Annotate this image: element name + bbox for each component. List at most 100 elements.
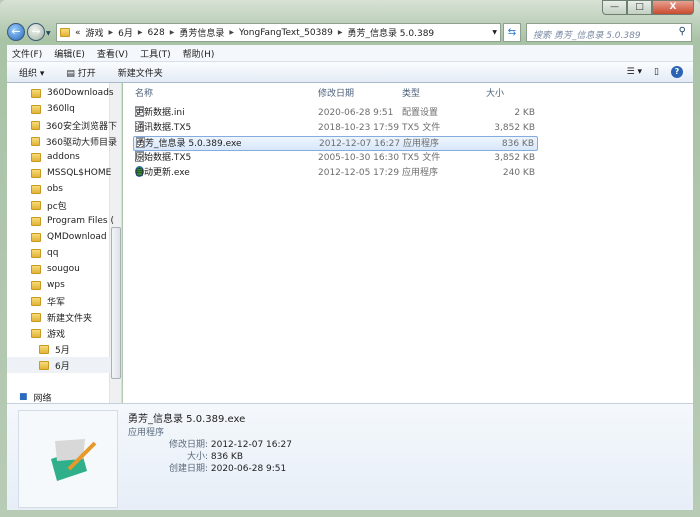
search-placeholder: 搜索 勇芳_信息录 5.0.389 [533, 31, 641, 41]
nav-item-label: obs [47, 184, 63, 194]
search-input[interactable]: 搜索 勇芳_信息录 5.0.389 ⚲ [526, 23, 692, 42]
nav-item[interactable]: wps [31, 277, 117, 293]
chevron-down-icon[interactable]: ▼ [492, 29, 497, 36]
file-row[interactable]: 自动更新.exe 2012-12-05 17:29 应用程序 240 KB [133, 166, 538, 181]
nav-item-label: 华军 [47, 297, 66, 308]
file-size: 836 KB [501, 139, 534, 149]
chevron-right-icon[interactable]: ▶ [229, 29, 234, 36]
folder-icon [31, 152, 41, 162]
column-header-name[interactable]: 名称 [135, 86, 153, 102]
column-header-type[interactable]: 类型 [402, 86, 420, 102]
maximize-button[interactable]: □ [627, 0, 652, 15]
back-button[interactable]: ← [7, 23, 25, 41]
nav-item[interactable]: 360驱动大师目录 [31, 133, 117, 149]
nav-item-label: 360Downloads [47, 88, 114, 98]
column-header-size[interactable]: 大小 [486, 86, 504, 102]
file-row[interactable]: 勇芳_信息录 5.0.389.exe 2012-12-07 16:27 应用程序 83… [133, 136, 538, 151]
file-type: 配置设置 [402, 108, 439, 118]
menu-tools[interactable]: 工具(T) [140, 47, 171, 60]
menu-edit[interactable]: 编辑(E) [54, 47, 85, 60]
nav-item-label: addons [47, 152, 80, 162]
new-folder-button[interactable]: 新建文件夹 [118, 66, 163, 79]
breadcrumb-item[interactable]: 6月 [118, 26, 133, 39]
column-header-modified[interactable]: 修改日期 [318, 86, 354, 102]
folder-icon [31, 232, 41, 242]
caption-buttons: — □ X [602, 0, 694, 15]
nav-item[interactable]: 6月 [7, 357, 111, 373]
nav-item[interactable]: MSSQL$HOME [31, 165, 117, 181]
file-modified: 2018-10-23 17:59 [318, 123, 400, 133]
nav-item[interactable]: addons [31, 149, 117, 165]
chevron-right-icon[interactable]: ▶ [170, 29, 175, 36]
close-button[interactable]: X [652, 0, 694, 15]
nav-item[interactable]: 360Downloads [31, 85, 117, 101]
refresh-icon: ⇆ [507, 27, 517, 38]
folder-icon [31, 88, 41, 98]
arrow-right-icon: → [31, 25, 41, 38]
folder-icon [31, 184, 41, 194]
open-button[interactable]: ▤ 打开 [66, 66, 95, 79]
nav-item-label: wps [47, 280, 65, 290]
command-bar: 组织 ▾ ▤ 打开 新建文件夹 ☰ ▾ ▯ ? [7, 62, 693, 83]
created-value: 2020-06-28 9:51 [210, 464, 287, 474]
navigation-pane: 360Downloads 360llq 360安全浏览器下 360驱动大师目录 addo… [7, 83, 122, 403]
nav-item[interactable]: 游戏 [31, 325, 117, 341]
nav-item-label: Program Files ( [47, 216, 114, 226]
history-dropdown-icon[interactable]: ▼ [46, 30, 51, 37]
help-icon[interactable]: ? [671, 66, 683, 78]
file-row[interactable]: 通讯数据.TX5 2018-10-23 17:59 TX5 文件 3,852 KB [133, 121, 538, 136]
nav-item[interactable]: 华军 [31, 293, 117, 309]
menu-help[interactable]: 帮助(H) [183, 47, 215, 60]
folder-icon [31, 248, 41, 258]
folder-icon [31, 264, 41, 274]
address-bar[interactable]: « 游戏 ▶ 6月 ▶ 628 ▶ 勇芳信息录 ▶ YongFangText_50389… [56, 23, 501, 42]
forward-button[interactable]: → [27, 23, 45, 41]
preview-pane-icon[interactable]: ▯ [654, 67, 659, 77]
nav-item-label: 360驱动大师目录 [45, 137, 117, 148]
folder-icon [31, 168, 41, 178]
chevron-right-icon[interactable]: ▶ [338, 29, 343, 36]
file-row[interactable]: 原始数据.TX5 2005-10-30 16:30 TX5 文件 3,852 KB [133, 151, 538, 166]
folder-icon [31, 312, 41, 322]
file-row[interactable]: 更新数据.ini 2020-06-28 9:51 配置设置 2 KB [133, 106, 538, 121]
breadcrumb-item[interactable]: 游戏 [86, 26, 104, 39]
nav-item[interactable]: sougou [31, 261, 117, 277]
nav-item[interactable]: 360安全浏览器下 [31, 117, 117, 133]
nav-item-network[interactable]: ■ 网络 [19, 389, 105, 403]
nav-item[interactable]: 360llq [31, 101, 117, 117]
nav-item-label: QMDownload [47, 232, 107, 242]
nav-item[interactable]: pc包 [31, 197, 117, 213]
nav-item[interactable]: QMDownload [31, 229, 117, 245]
menu-file[interactable]: 文件(F) [12, 47, 42, 60]
nav-item[interactable]: qq [31, 245, 117, 261]
menu-view[interactable]: 查看(V) [97, 47, 128, 60]
network-icon: ■ [19, 392, 28, 402]
organize-button[interactable]: 组织 ▾ [19, 66, 44, 79]
chevron-right-icon[interactable]: ▶ [138, 29, 143, 36]
nav-item[interactable]: Program Files ( [31, 213, 117, 229]
chevron-right-icon[interactable]: ▶ [109, 29, 114, 36]
breadcrumb-item[interactable]: YongFangText_50389 [239, 28, 333, 38]
file-type: TX5 文件 [402, 153, 441, 163]
nav-item-label: 360安全浏览器下 [45, 121, 117, 132]
file-name: 自动更新.exe [135, 168, 190, 178]
folder-icon [31, 280, 41, 290]
nav-item[interactable]: obs [31, 181, 117, 197]
file-size: 3,852 KB [494, 153, 535, 163]
open-icon: ▤ [66, 68, 78, 79]
breadcrumb-item[interactable]: 628 [148, 28, 165, 38]
refresh-button[interactable]: ⇆ [503, 23, 521, 42]
search-icon[interactable]: ⚲ [679, 26, 686, 37]
minimize-button[interactable]: — [602, 0, 627, 15]
nav-item-label: 游戏 [47, 329, 66, 340]
nav-item[interactable]: 5月 [39, 341, 121, 357]
file-name: 勇芳_信息录 5.0.389.exe [136, 139, 242, 149]
nav-item[interactable]: 新建文件夹 [31, 309, 117, 325]
details-file-name: 勇芳_信息录 5.0.389.exe [128, 414, 246, 425]
file-size: 240 KB [502, 168, 535, 178]
nav-item-label: 网络 [33, 393, 52, 404]
view-options-icon[interactable]: ☰ ▾ [627, 67, 642, 77]
breadcrumb-item[interactable]: 勇芳信息录 [179, 26, 224, 39]
address-overflow[interactable]: « [75, 28, 81, 38]
breadcrumb-item[interactable]: 勇芳_信息录 5.0.389 [347, 26, 434, 39]
